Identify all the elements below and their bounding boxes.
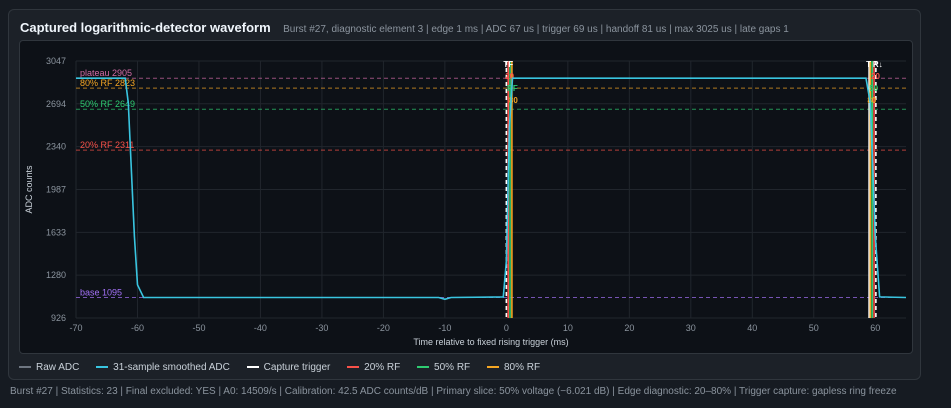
legend-swatch [96,366,109,368]
legend-item-smoothed-adc[interactable]: 31-sample smoothed ADC [96,362,230,373]
legend-item-capture-trigger[interactable]: Capture trigger [246,361,331,373]
series-line [76,77,907,301]
legend-swatch [347,366,360,368]
chart-title: Captured logarithmic-detector waveform [20,20,271,35]
legend-label: Capture trigger [263,361,331,373]
legend-swatch [246,366,259,368]
legend: Raw ADC 31-sample smoothed ADC Capture t… [19,360,554,373]
y-tick-label: 926 [51,313,66,323]
event-marker-label: 20 [871,72,880,81]
x-tick-label: 40 [747,323,757,333]
title-row: Captured logarithmic-detector waveform B… [20,19,789,37]
legend-label: 50% RF [434,361,471,373]
y-tick-label: 1280 [46,270,66,280]
status-footer: Burst #27 | Statistics: 23 | Final exclu… [10,386,897,397]
y-tick-label: 3047 [46,56,66,66]
legend-item-50-rf[interactable]: 50% RF [417,362,470,373]
event-marker-label: TF [503,60,513,69]
x-tick-label: 30 [686,323,696,333]
x-tick-label: -30 [315,323,328,333]
y-tick-label: 1987 [46,184,66,194]
y-tick-label: 2694 [46,99,66,109]
legend-item-80-rf[interactable]: 80% RF [486,361,541,373]
reference-label: 20% RF 2311 [80,140,134,150]
legend-label: 31-sample smoothed ADC [113,361,230,373]
y-tick-label: 2340 [46,142,66,152]
legend-label: 20% RF [364,361,401,373]
x-tick-label: -10 [438,323,451,333]
legend-swatch [19,366,31,368]
event-marker-label: 50 [869,84,878,93]
chart-subtitle: Burst #27, diagnostic element 3 | edge 1… [283,24,789,35]
event-marker-label: R↓ [873,60,883,69]
x-tick-label: 10 [563,323,573,333]
waveform-chart: plateau 290580% RF 282350% RF 264920% RF… [24,56,907,347]
x-axis-label: Time relative to fixed rising trigger (m… [413,337,568,347]
y-tick-label: 1633 [46,227,66,237]
waveform-panel: Captured logarithmic-detector waveform B… [8,9,921,380]
legend-swatch [486,366,499,368]
reference-label: base 1095 [80,288,122,298]
x-tick-label: -50 [192,323,205,333]
legend-label: 80% RF [503,361,541,373]
series-line [76,77,907,300]
x-tick-label: -60 [131,323,144,333]
y-axis-label: ADC counts [24,165,34,214]
event-marker-label: T [866,60,871,69]
reference-label: 50% RF 2649 [80,99,135,109]
x-tick-label: 50 [809,323,819,333]
legend-swatch [417,366,430,368]
x-tick-label: 20 [624,323,634,333]
x-tick-label: -40 [254,323,267,333]
x-tick-label: 60 [870,323,880,333]
x-tick-label: -70 [69,323,82,333]
legend-item-20-rf[interactable]: 20% RF [347,362,400,373]
x-tick-label: -20 [377,323,390,333]
legend-label: Raw ADC [36,361,80,373]
x-tick-label: 0 [504,323,509,333]
event-marker-label: 20 [505,72,514,81]
legend-item-raw-adc[interactable]: Raw ADC [19,362,79,373]
reference-label: plateau 2905 [80,68,132,78]
chart-area: plateau 2905 80% RF 2823 50% RF 2649 20% RF… [19,40,913,354]
